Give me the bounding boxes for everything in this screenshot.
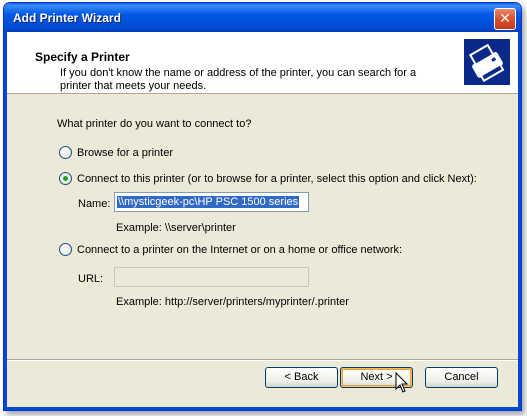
radio-internet[interactable]: [59, 243, 72, 256]
close-button[interactable]: ✕: [494, 8, 516, 30]
name-label: Name:: [78, 198, 111, 210]
back-button[interactable]: < Back: [265, 367, 338, 388]
mouse-cursor-icon: [395, 372, 409, 393]
add-printer-wizard-window: Add Printer Wizard ✕ Specify a Printer I…: [3, 2, 522, 411]
name-field[interactable]: \\mysticgeek-pc\HP PSC 1500 series: [114, 192, 309, 212]
name-example: Example: \\server\printer: [116, 222, 236, 234]
close-icon: ✕: [499, 10, 511, 26]
question-label: What printer do you want to connect to?: [57, 118, 252, 130]
wizard-content: What printer do you want to connect to? …: [7, 94, 518, 359]
title-bar[interactable]: Add Printer Wizard ✕: [4, 3, 521, 32]
window-title: Add Printer Wizard: [13, 11, 121, 25]
option-internet[interactable]: Connect to a printer on the Internet or …: [59, 243, 402, 256]
option-browse-label: Browse for a printer: [77, 146, 173, 159]
url-field[interactable]: [114, 267, 309, 287]
wizard-header: Specify a Printer If you don't know the …: [7, 32, 518, 94]
printer-icon: [464, 39, 510, 85]
page-title: Specify a Printer: [35, 50, 130, 64]
option-internet-label: Connect to a printer on the Internet or …: [77, 243, 403, 256]
url-label: URL:: [78, 273, 104, 285]
page-description: If you don't know the name or address of…: [60, 67, 417, 92]
option-connect-this[interactable]: Connect to this printer (or to browse fo…: [59, 172, 477, 185]
url-example: Example: http://server/printers/myprinte…: [116, 296, 349, 308]
radio-connect-this[interactable]: [59, 172, 72, 185]
cancel-button[interactable]: Cancel: [425, 367, 498, 388]
radio-browse[interactable]: [59, 146, 72, 159]
name-field-value: \\mysticgeek-pc\HP PSC 1500 series: [117, 196, 300, 208]
button-separator: [7, 359, 518, 361]
option-connect-this-label: Connect to this printer (or to browse fo…: [77, 172, 477, 185]
option-browse[interactable]: Browse for a printer: [59, 146, 173, 159]
